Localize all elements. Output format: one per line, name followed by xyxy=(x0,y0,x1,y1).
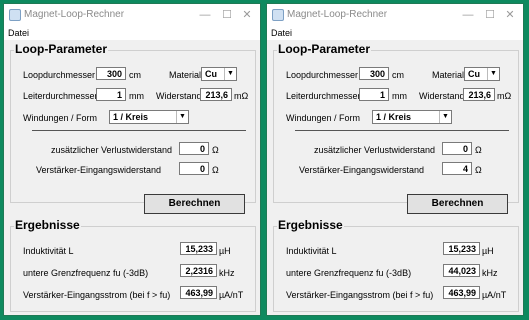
resistance-unit: mΩ xyxy=(497,91,512,101)
diameter-input[interactable]: 300 xyxy=(96,67,126,80)
material-value: Cu xyxy=(468,69,480,79)
diameter-label: Loopdurchmesser xyxy=(23,70,96,80)
extra-loss-unit: Ω xyxy=(475,145,482,155)
material-value: Cu xyxy=(205,69,217,79)
results-heading: Ergebnisse xyxy=(14,218,81,232)
extra-loss-label: zusätzlicher Verlustwiderstand xyxy=(51,145,173,155)
extra-loss-input[interactable]: 0 xyxy=(442,142,472,155)
window-title: Magnet-Loop-Rechner xyxy=(24,9,125,20)
resistance-label: Widerstand xyxy=(419,91,465,101)
minimize-icon[interactable]: — xyxy=(457,7,479,23)
chevron-down-icon[interactable]: ▼ xyxy=(487,68,499,80)
conductor-input[interactable]: 1 xyxy=(359,88,389,101)
cutoff-value: 44,023 xyxy=(443,264,480,277)
amp-input-unit: Ω xyxy=(212,165,219,175)
amp-input-label: Verstärker-Eingangswiderstand xyxy=(36,165,162,175)
windings-select[interactable]: 1 / Kreis ▼ xyxy=(372,110,452,124)
menu-file[interactable]: Datei xyxy=(271,26,292,40)
calculator-window-1: Magnet-Loop-Rechner — ☐ ✕ Datei Loop-Par… xyxy=(3,3,261,316)
results-heading: Ergebnisse xyxy=(277,218,344,232)
close-icon[interactable]: ✕ xyxy=(236,7,258,23)
amp-input-label: Verstärker-Eingangswiderstand xyxy=(299,165,425,175)
conductor-input[interactable]: 1 xyxy=(96,88,126,101)
app-icon xyxy=(9,9,21,21)
inductance-label: Induktivität L xyxy=(286,246,337,256)
material-label: Material xyxy=(169,70,202,80)
chevron-down-icon[interactable]: ▼ xyxy=(224,68,236,80)
menu-file[interactable]: Datei xyxy=(8,26,29,40)
resistance-label: Widerstand xyxy=(156,91,202,101)
close-icon[interactable]: ✕ xyxy=(499,7,521,23)
calculate-button[interactable]: Berechnen xyxy=(144,194,245,214)
current-value: 463,99 xyxy=(180,286,217,299)
diameter-unit: cm xyxy=(129,70,141,80)
material-label: Material xyxy=(432,70,465,80)
menu-bar: Datei xyxy=(267,26,523,40)
maximize-icon[interactable]: ☐ xyxy=(479,7,501,23)
current-value: 463,99 xyxy=(443,286,480,299)
extra-loss-unit: Ω xyxy=(212,145,219,155)
current-unit: µA/nT xyxy=(482,290,507,300)
loop-parameter-heading: Loop-Parameter xyxy=(277,42,372,56)
extra-loss-label: zusätzlicher Verlustwiderstand xyxy=(314,145,436,155)
windings-value: 1 / Kreis xyxy=(376,112,412,122)
windings-select[interactable]: 1 / Kreis ▼ xyxy=(109,110,189,124)
maximize-icon[interactable]: ☐ xyxy=(216,7,238,23)
chevron-down-icon[interactable]: ▼ xyxy=(176,111,188,123)
title-bar[interactable]: Magnet-Loop-Rechner — ☐ ✕ xyxy=(267,4,523,26)
chevron-down-icon[interactable]: ▼ xyxy=(439,111,451,123)
inductance-unit: µH xyxy=(482,246,494,256)
amp-input-input[interactable]: 4 xyxy=(442,162,472,175)
material-select[interactable]: Cu ▼ xyxy=(464,67,500,81)
calculate-button[interactable]: Berechnen xyxy=(407,194,508,214)
amp-input-input[interactable]: 0 xyxy=(179,162,209,175)
resistance-unit: mΩ xyxy=(234,91,249,101)
diameter-label: Loopdurchmesser xyxy=(286,70,359,80)
minimize-icon[interactable]: — xyxy=(194,7,216,23)
separator xyxy=(295,130,509,131)
cutoff-unit: kHz xyxy=(219,268,235,278)
diameter-unit: cm xyxy=(392,70,404,80)
windings-label: Windungen / Form xyxy=(286,113,361,123)
loop-parameter-heading: Loop-Parameter xyxy=(14,42,109,56)
windings-label: Windungen / Form xyxy=(23,113,98,123)
title-bar[interactable]: Magnet-Loop-Rechner — ☐ ✕ xyxy=(4,4,260,26)
app-icon xyxy=(272,9,284,21)
conductor-unit: mm xyxy=(392,91,407,101)
calculator-window-2: Magnet-Loop-Rechner — ☐ ✕ Datei Loop-Par… xyxy=(266,3,524,316)
inductance-unit: µH xyxy=(219,246,231,256)
diameter-input[interactable]: 300 xyxy=(359,67,389,80)
conductor-unit: mm xyxy=(129,91,144,101)
amp-input-unit: Ω xyxy=(475,165,482,175)
separator xyxy=(32,130,246,131)
windings-value: 1 / Kreis xyxy=(113,112,149,122)
current-unit: µA/nT xyxy=(219,290,244,300)
current-label: Verstärker-Eingangsstrom (bei f > fu) xyxy=(23,290,171,300)
conductor-label: Leiterdurchmesser xyxy=(286,91,361,101)
menu-bar: Datei xyxy=(4,26,260,40)
cutoff-value: 2,2316 xyxy=(180,264,217,277)
conductor-label: Leiterdurchmesser xyxy=(23,91,98,101)
material-select[interactable]: Cu ▼ xyxy=(201,67,237,81)
current-label: Verstärker-Eingangsstrom (bei f > fu) xyxy=(286,290,434,300)
cutoff-label: untere Grenzfrequenz fu (-3dB) xyxy=(23,268,149,278)
resistance-value: 213,6 xyxy=(463,88,495,101)
window-title: Magnet-Loop-Rechner xyxy=(287,9,388,20)
inductance-value: 15,233 xyxy=(443,242,480,255)
cutoff-unit: kHz xyxy=(482,268,498,278)
extra-loss-input[interactable]: 0 xyxy=(179,142,209,155)
resistance-value: 213,6 xyxy=(200,88,232,101)
inductance-label: Induktivität L xyxy=(23,246,74,256)
inductance-value: 15,233 xyxy=(180,242,217,255)
cutoff-label: untere Grenzfrequenz fu (-3dB) xyxy=(286,268,412,278)
